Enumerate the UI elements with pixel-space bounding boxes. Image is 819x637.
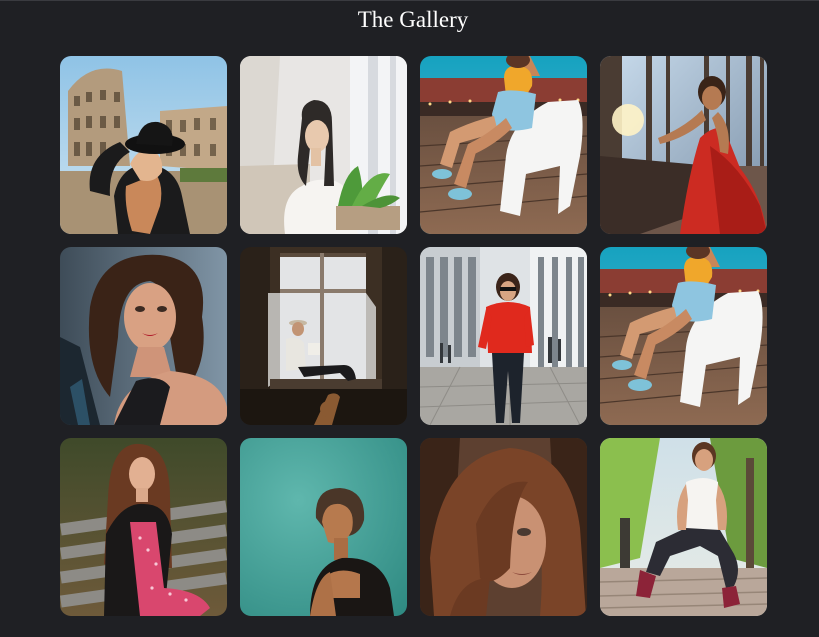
- photo-tile[interactable]: [600, 56, 767, 234]
- gallery-page: The Gallery: [0, 0, 819, 637]
- photo-tile[interactable]: [60, 247, 227, 425]
- photo-woman-white-room: [240, 56, 407, 234]
- photo-tile[interactable]: [240, 438, 407, 616]
- photo-woman-red-sweater: [420, 247, 587, 425]
- photo-woman-bench: [60, 438, 227, 616]
- page-title: The Gallery: [357, 7, 469, 32]
- photo-tile[interactable]: [60, 438, 227, 616]
- photo-tile[interactable]: [600, 247, 767, 425]
- photo-woman-black-hat: [60, 56, 227, 234]
- photo-woman-yellow-top: [420, 56, 587, 234]
- photo-tile[interactable]: [420, 247, 587, 425]
- photo-grid: [60, 56, 767, 616]
- photo-woman-teal: [240, 438, 407, 616]
- photo-man-window: [240, 247, 407, 425]
- photo-tile[interactable]: [60, 56, 227, 234]
- photo-tile[interactable]: [240, 247, 407, 425]
- photo-tile[interactable]: [420, 438, 587, 616]
- photo-tile[interactable]: [420, 56, 587, 234]
- photo-woman-red-dress: [600, 56, 767, 234]
- photo-woman-portrait: [60, 247, 227, 425]
- photo-woman-yellow-top: [600, 247, 767, 425]
- photo-tile[interactable]: [240, 56, 407, 234]
- photo-woman-closeup: [420, 438, 587, 616]
- photo-woman-steps: [600, 438, 767, 616]
- photo-tile[interactable]: [600, 438, 767, 616]
